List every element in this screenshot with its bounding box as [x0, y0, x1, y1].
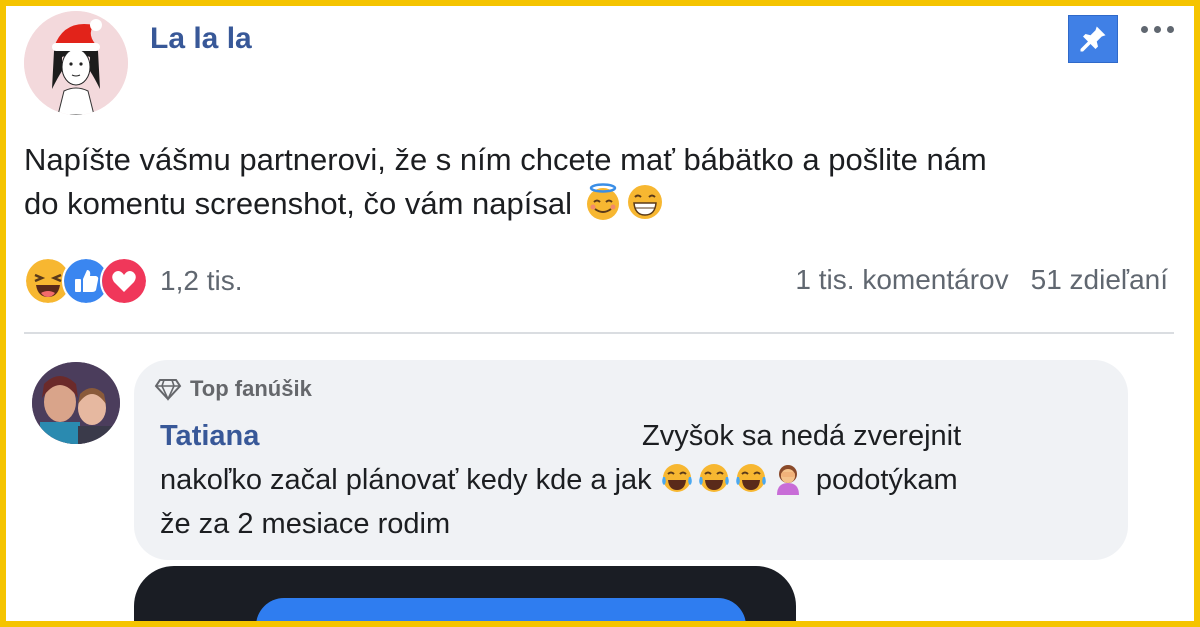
tears-of-joy-emoji: [698, 464, 729, 492]
pin-button[interactable]: [1068, 15, 1118, 63]
comment-text-line-3: že za 2 mesiace rodim: [160, 508, 451, 540]
post-text-line-2-wrap: do komentu screenshot, čo vám napísal: [24, 182, 1174, 226]
divider: [24, 332, 1174, 334]
post-text-line-2: do komentu screenshot, čo vám napísal: [24, 186, 572, 221]
shares-count-link[interactable]: 51 zdieľaní: [1031, 264, 1168, 296]
more-icon: [1140, 25, 1148, 33]
attachment-message-bubble: [256, 598, 746, 621]
more-options-button[interactable]: [1136, 16, 1178, 42]
reactions-summary[interactable]: 1,2 tis.: [24, 257, 242, 305]
post-stats: 1 tis. komentárov 51 zdieľaní: [795, 264, 1168, 296]
tears-of-joy-emoji: [735, 464, 766, 492]
comment-text-line-2-start: nakoľko začal plánovať kedy kde a jak: [160, 464, 652, 496]
comment-text-line-2: nakoľko začal plánovať kedy kde a jak po…: [160, 460, 958, 500]
love-icon: [100, 257, 148, 305]
top-fan-badge: Top fanúšik: [154, 376, 312, 402]
post-frame: La la la Napíšte vášmu partnerovi, že s …: [0, 0, 1200, 627]
commenter-avatar[interactable]: [32, 362, 120, 444]
tears-of-joy-emoji: [661, 464, 692, 492]
smiling-face-with-halo-emoji: [586, 183, 619, 220]
comments-count-link[interactable]: 1 tis. komentárov: [795, 264, 1008, 296]
pin-icon: [1080, 26, 1106, 52]
diamond-icon: [154, 379, 182, 401]
comment-author-name[interactable]: Tatiana: [160, 420, 259, 453]
post-text: Napíšte vášmu partnerovi, že s ním chcet…: [24, 138, 1174, 226]
post-author-name[interactable]: La la la: [150, 22, 252, 56]
comment-text-line-2-end: podotýkam: [815, 464, 958, 496]
badge-label: Top fanúšik: [190, 376, 312, 401]
post-text-line-1: Napíšte vášmu partnerovi, že s ním chcet…: [24, 142, 987, 177]
author-avatar[interactable]: [24, 11, 128, 115]
reaction-count[interactable]: 1,2 tis.: [160, 265, 242, 297]
woman-facepalming-emoji: [776, 465, 799, 495]
comment-text-line-1: Zvyšok sa nedá zverejnit: [642, 420, 962, 452]
grinning-squinting-emoji: [627, 185, 662, 219]
